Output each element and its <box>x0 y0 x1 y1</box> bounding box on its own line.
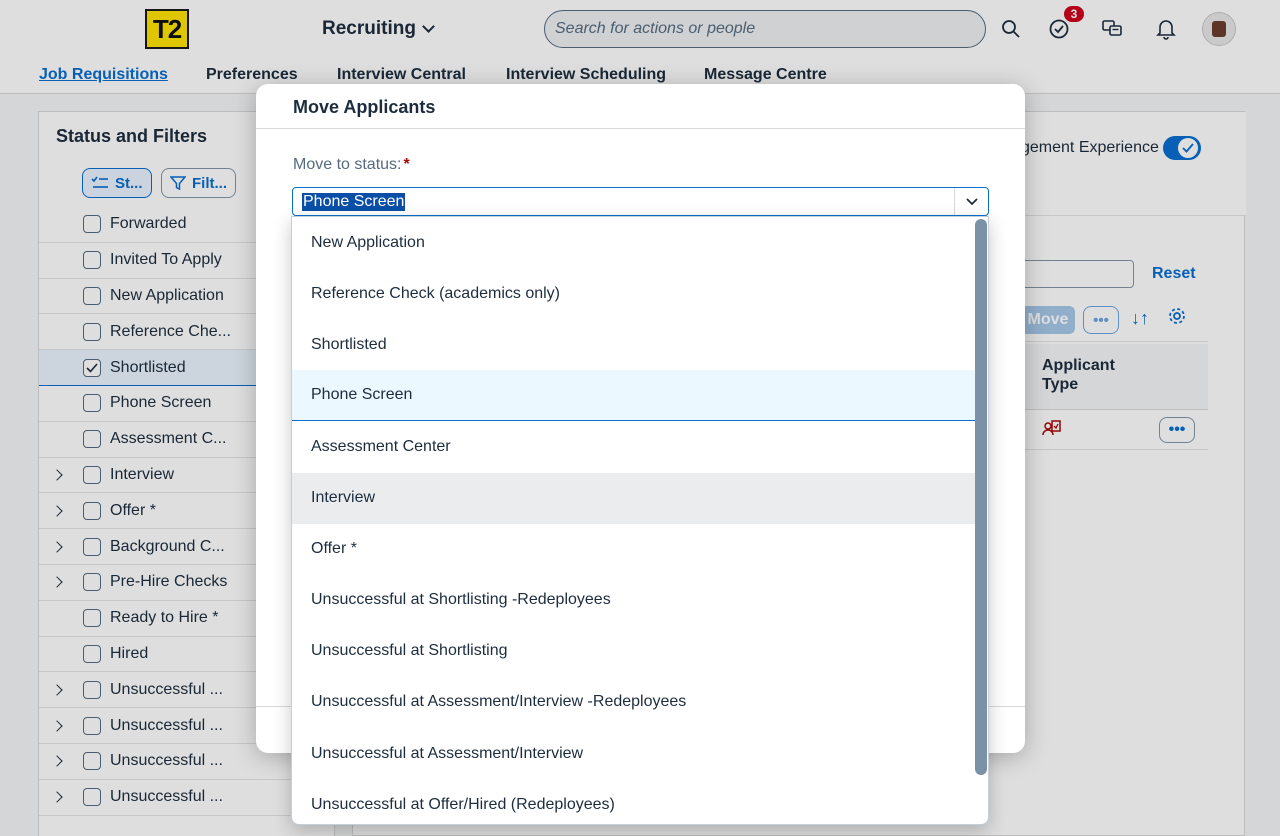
dropdown-option[interactable]: Assessment Center <box>292 421 976 472</box>
dropdown-scrollbar[interactable] <box>975 219 987 775</box>
dialog-header-divider <box>256 128 1025 129</box>
dropdown-option[interactable]: Unsuccessful at Shortlisting <box>292 626 976 677</box>
dropdown-option[interactable]: Reference Check (academics only) <box>292 268 976 319</box>
dropdown-option[interactable]: Unsuccessful at Shortlisting -Redeployee… <box>292 575 976 626</box>
status-combobox[interactable]: Phone Screen <box>292 187 989 216</box>
dropdown-option[interactable]: Unsuccessful at Assessment/Interview <box>292 728 976 779</box>
dialog-title: Move Applicants <box>293 97 436 117</box>
dropdown-option[interactable]: New Application <box>292 217 976 268</box>
combobox-value[interactable]: Phone Screen <box>302 192 406 211</box>
chevron-down-icon <box>965 197 978 205</box>
move-to-status-label: Move to status: * <box>293 156 410 174</box>
dropdown-option[interactable]: Offer * <box>292 524 976 575</box>
field-label-text: Move to status: <box>293 156 402 173</box>
dropdown-option[interactable]: Shortlisted <box>292 319 976 370</box>
status-dropdown-list: Unsuccessful at Offer/Hired (Redeployees… <box>291 216 989 825</box>
combobox-arrow-button[interactable] <box>954 188 988 215</box>
dropdown-option[interactable]: Phone Screen <box>292 370 976 422</box>
dropdown-option[interactable]: Unsuccessful at Assessment/Interview -Re… <box>292 677 976 728</box>
dropdown-option[interactable]: Interview <box>292 472 976 524</box>
dropdown-option[interactable]: Unsuccessful at Offer/Hired (Redeployees… <box>292 779 976 824</box>
required-mark: * <box>403 156 410 173</box>
